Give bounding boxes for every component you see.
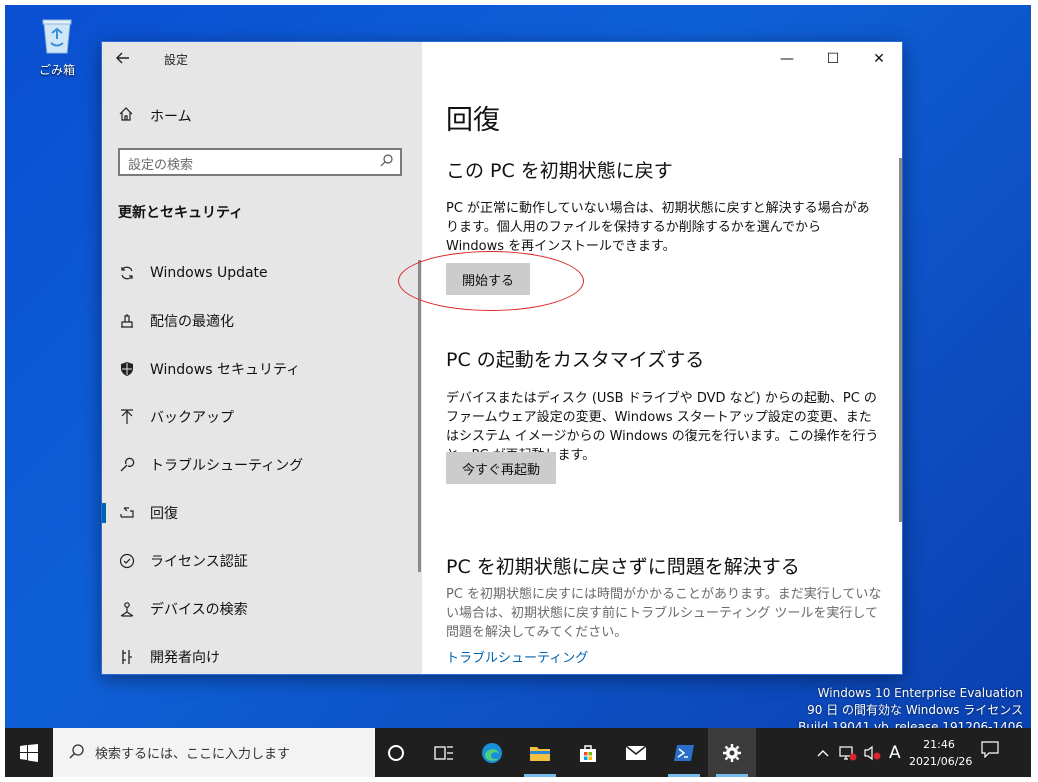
shield-icon bbox=[118, 360, 136, 378]
sidebar-item-windows-security[interactable]: Windows セキュリティ bbox=[102, 349, 412, 389]
find-device-icon bbox=[118, 600, 136, 618]
sidebar-item-label: 配信の最適化 bbox=[150, 314, 234, 330]
edge-icon bbox=[482, 742, 502, 763]
taskbar: 検索するには、ここに入力します A 21:46 2021/06/26 bbox=[5, 728, 1031, 777]
sidebar-item-label: トラブルシューティング bbox=[150, 458, 304, 474]
content-scrollbar[interactable] bbox=[899, 158, 902, 522]
store-icon bbox=[580, 744, 596, 762]
back-arrow-icon bbox=[116, 52, 129, 64]
edge-button[interactable] bbox=[468, 728, 516, 777]
home-icon bbox=[118, 106, 136, 126]
powershell-button[interactable] bbox=[660, 728, 708, 777]
volume-muted-icon bbox=[864, 745, 881, 760]
delivery-optimization-icon bbox=[118, 312, 136, 330]
back-button[interactable] bbox=[116, 50, 136, 70]
sidebar-item-label: 開発者向け bbox=[150, 650, 220, 666]
file-explorer-button[interactable] bbox=[516, 728, 564, 777]
backup-arrow-icon bbox=[118, 408, 136, 426]
action-center-button[interactable] bbox=[981, 740, 999, 762]
windows-logo-icon bbox=[20, 743, 38, 762]
settings-icon bbox=[723, 743, 741, 762]
restart-now-button[interactable]: 今すぐ再起動 bbox=[446, 452, 557, 484]
volume-status[interactable] bbox=[863, 728, 881, 777]
home-label: ホーム bbox=[150, 109, 192, 125]
file-explorer-icon bbox=[530, 746, 550, 761]
search-placeholder: 設定の検索 bbox=[128, 158, 194, 173]
recycle-bin-icon bbox=[42, 19, 72, 54]
clock-time: 21:46 bbox=[923, 738, 955, 751]
recovery-icon bbox=[118, 504, 136, 522]
home-link[interactable]: ホーム bbox=[118, 104, 192, 128]
chevron-up-icon bbox=[817, 749, 829, 756]
section-title: 更新とセキュリティ bbox=[118, 205, 244, 221]
fix-problems-description: PC を初期状態に戻すには時間がかかることがあります。まだ実行していない場合は、… bbox=[446, 587, 882, 640]
recycle-bin[interactable]: ごみ箱 bbox=[27, 15, 87, 78]
check-circle-icon bbox=[118, 552, 136, 570]
mail-button[interactable] bbox=[612, 728, 660, 777]
advanced-startup-heading: PC の起動をカスタマイズする bbox=[446, 349, 705, 371]
sidebar-item-activation[interactable]: ライセンス認証 bbox=[102, 541, 412, 581]
task-view-button[interactable] bbox=[420, 728, 468, 777]
sidebar: 設定 ホーム 設定の検索 更新とセキュリティ Windows Update 配信… bbox=[102, 42, 422, 674]
maximize-button[interactable]: ☐ bbox=[810, 42, 856, 76]
annotation-ellipse bbox=[398, 251, 584, 311]
sync-icon bbox=[118, 264, 136, 282]
taskbar-search-box[interactable]: 検索するには、ここに入力します bbox=[53, 728, 375, 777]
minimize-button[interactable]: — bbox=[764, 42, 810, 76]
watermark-line: 90 日 の間有効な Windows ライセンス bbox=[807, 703, 1023, 717]
sidebar-item-label: ライセンス認証 bbox=[150, 554, 248, 570]
clock-date: 2021/06/26 bbox=[909, 755, 973, 768]
mail-icon bbox=[625, 744, 647, 760]
sidebar-item-label: Windows セキュリティ bbox=[150, 362, 301, 378]
taskbar-search-placeholder: 検索するには、ここに入力します bbox=[95, 747, 291, 762]
clock[interactable]: 21:46 2021/06/26 bbox=[909, 736, 973, 770]
title-bar: 設定 bbox=[102, 42, 422, 78]
cortana-icon bbox=[388, 744, 404, 761]
task-view-icon bbox=[434, 745, 453, 760]
sidebar-scrollbar[interactable] bbox=[418, 260, 421, 572]
settings-button[interactable] bbox=[708, 728, 756, 777]
watermark-line: Windows 10 Enterprise Evaluation bbox=[817, 686, 1023, 700]
recycle-bin-label: ごみ箱 bbox=[38, 63, 75, 77]
settings-search-input[interactable]: 設定の検索 bbox=[118, 148, 402, 176]
sidebar-item-label: Windows Update bbox=[150, 265, 268, 281]
sidebar-item-troubleshoot[interactable]: トラブルシューティング bbox=[102, 445, 412, 485]
app-title: 設定 bbox=[164, 53, 189, 67]
network-disconnected-icon bbox=[839, 745, 857, 760]
reset-description: PC が正常に動作していない場合は、初期状態に戻すと解決する場合があります。個人… bbox=[446, 201, 870, 254]
start-button[interactable] bbox=[5, 728, 53, 777]
sidebar-item-windows-update[interactable]: Windows Update bbox=[102, 253, 412, 293]
store-button[interactable] bbox=[564, 728, 612, 777]
reset-heading: この PC を初期状態に戻す bbox=[446, 160, 673, 182]
sidebar-item-label: 回復 bbox=[150, 506, 178, 522]
sidebar-item-delivery-optimization[interactable]: 配信の最適化 bbox=[102, 301, 412, 341]
sidebar-item-find-device[interactable]: デバイスの検索 bbox=[102, 589, 412, 629]
wrench-icon bbox=[118, 456, 136, 474]
powershell-icon bbox=[674, 744, 694, 761]
search-icon bbox=[69, 743, 85, 763]
fix-problems-heading: PC を初期状態に戻さずに問題を解決する bbox=[446, 556, 800, 578]
sidebar-item-backup[interactable]: バックアップ bbox=[102, 397, 412, 437]
desktop: ごみ箱 Windows 10 Enterprise Evaluation 90 … bbox=[5, 5, 1031, 777]
notification-icon bbox=[981, 741, 999, 759]
show-hidden-icons-button[interactable] bbox=[817, 728, 829, 777]
cortana-button[interactable] bbox=[372, 728, 420, 777]
sidebar-item-label: デバイスの検索 bbox=[150, 602, 248, 618]
network-status[interactable] bbox=[839, 728, 857, 777]
sidebar-item-recovery[interactable]: 回復 bbox=[102, 493, 412, 533]
settings-window: 設定 ホーム 設定の検索 更新とセキュリティ Windows Update 配信… bbox=[102, 42, 902, 674]
ime-indicator[interactable]: A bbox=[889, 728, 901, 777]
sidebar-item-label: バックアップ bbox=[150, 410, 234, 426]
sidebar-item-developer[interactable]: 開発者向け bbox=[102, 637, 412, 674]
search-icon bbox=[380, 153, 394, 171]
developer-icon bbox=[118, 648, 136, 666]
content-pane: 回復 この PC を初期状態に戻す PC が正常に動作していない場合は、初期状態… bbox=[422, 42, 902, 674]
troubleshoot-link[interactable]: トラブルシューティング bbox=[446, 647, 588, 666]
page-title: 回復 bbox=[446, 105, 500, 136]
close-button[interactable]: ✕ bbox=[856, 42, 902, 76]
